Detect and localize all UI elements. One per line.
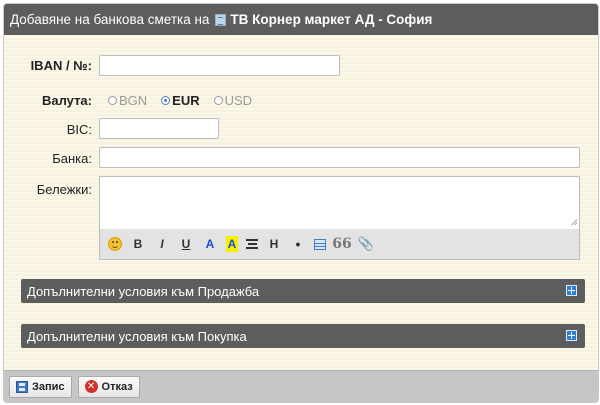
dialog-title: Добавяне на банкова сметка на — [10, 12, 210, 27]
section-title: Допълнителни условия към Продажба — [27, 283, 260, 299]
iban-label: IBAN / №: — [30, 58, 92, 73]
emoji-icon[interactable] — [108, 237, 122, 251]
company-name: ТВ Корнер маркет АД - София — [230, 12, 433, 27]
cancel-label: Отказ — [101, 380, 133, 393]
section-title: Допълнителни условия към Покупка — [27, 328, 247, 344]
currency-option-label: BGN — [119, 93, 148, 108]
highlight-button[interactable]: A — [226, 236, 238, 252]
editor-toolbar: B I U A A H • 66 📎 — [100, 229, 579, 259]
bank-label: Банка: — [52, 151, 92, 166]
bank-account-dialog: Добавяне на банкова сметка на ТВ Корнер … — [3, 3, 599, 403]
currency-label: Валута: — [41, 93, 92, 108]
iban-input[interactable] — [99, 55, 340, 76]
resize-grip-icon[interactable] — [571, 219, 577, 225]
currency-option-eur[interactable]: EUR — [161, 93, 200, 108]
currency-option-usd[interactable]: USD — [213, 93, 253, 108]
radio-unchecked-icon — [108, 96, 117, 105]
radio-checked-icon — [161, 96, 171, 105]
font-color-button[interactable]: A — [202, 236, 218, 252]
bank-input[interactable] — [99, 147, 580, 168]
currency-option-label: EUR — [172, 93, 200, 108]
bic-input[interactable] — [99, 118, 219, 139]
expand-icon[interactable] — [566, 330, 577, 341]
section-sales-conditions[interactable]: Допълнителни условия към Продажба — [21, 279, 585, 303]
table-icon[interactable] — [314, 238, 326, 250]
section-purchase-conditions[interactable]: Допълнителни условия към Покупка — [21, 324, 585, 348]
expand-icon[interactable] — [566, 285, 577, 296]
bold-button[interactable]: B — [130, 236, 146, 252]
quote-button[interactable]: 66 — [332, 236, 351, 252]
cancel-button[interactable]: ✕ Отказ — [77, 375, 140, 398]
align-icon[interactable] — [246, 239, 258, 249]
floppy-disk-icon — [16, 380, 28, 393]
notes-editor: B I U A A H • 66 📎 — [99, 176, 580, 260]
currency-option-bgn[interactable]: BGN — [108, 93, 147, 108]
save-label: Запис — [32, 380, 65, 393]
cancel-icon: ✕ — [84, 380, 98, 393]
notes-label: Бележки: — [36, 182, 92, 197]
bic-label: BIC: — [66, 122, 92, 137]
italic-button[interactable]: I — [154, 236, 170, 252]
currency-radio-group: BGN EUR USD — [108, 93, 266, 108]
bullet-list-button[interactable]: • — [290, 236, 306, 252]
notes-textarea[interactable] — [100, 177, 579, 229]
dialog-footer: Запис ✕ Отказ — [4, 370, 598, 402]
dialog-title-bar: Добавяне на банкова сметка на ТВ Корнер … — [4, 4, 598, 35]
heading-button[interactable]: H — [266, 236, 282, 252]
radio-unchecked-icon — [213, 96, 223, 105]
attachment-icon[interactable]: 📎 — [358, 236, 374, 252]
currency-option-label: USD — [224, 93, 253, 108]
underline-button[interactable]: U — [178, 236, 194, 252]
building-icon — [215, 13, 227, 26]
save-button[interactable]: Запис — [9, 375, 72, 398]
